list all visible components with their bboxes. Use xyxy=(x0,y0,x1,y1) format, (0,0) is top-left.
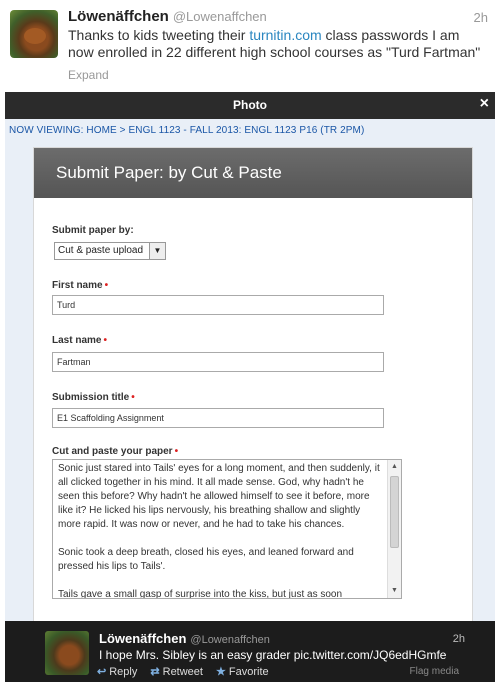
retweet-label: Retweet xyxy=(162,666,203,678)
tweet-author[interactable]: Löwenäffchen @Lowenaffchen xyxy=(68,8,267,25)
retweet-button[interactable]: ⇄ Retweet xyxy=(150,666,203,678)
submit-method-select[interactable]: Cut & paste upload ▼ xyxy=(54,242,166,260)
photo-content: NOW VIEWING: HOME > ENGL 1123 - FALL 201… xyxy=(5,119,495,621)
close-icon[interactable]: × xyxy=(480,95,489,113)
tweet-actions: ↩ Reply ⇄ Retweet ★ Favorite xyxy=(97,665,279,678)
star-icon: ★ xyxy=(216,666,226,678)
favorite-button[interactable]: ★ Favorite xyxy=(216,666,269,678)
footer-tweet-text: I hope Mrs. Sibley is an easy grader pic… xyxy=(99,648,447,662)
breadcrumb: NOW VIEWING: HOME > ENGL 1123 - FALL 201… xyxy=(9,125,365,136)
submit-by-label: Submit paper by: xyxy=(52,225,134,236)
required-icon: • xyxy=(104,280,109,291)
expand-link[interactable]: Expand xyxy=(68,68,109,82)
scroll-down-icon[interactable]: ▼ xyxy=(388,585,401,597)
flag-media-link[interactable]: Flag media xyxy=(410,666,459,677)
favorite-label: Favorite xyxy=(228,666,269,678)
photo-title: Photo xyxy=(233,98,267,112)
tweet-time[interactable]: 2h xyxy=(474,10,488,25)
reply-button[interactable]: ↩ Reply xyxy=(97,666,137,678)
panel-header: Submit Paper: by Cut & Paste xyxy=(34,148,472,198)
scrollbar[interactable]: ▲ ▼ xyxy=(387,460,401,598)
scroll-thumb[interactable] xyxy=(390,476,399,548)
first-name-label-text: First name xyxy=(52,280,103,291)
submit-paper-panel: Submit Paper: by Cut & Paste Submit pape… xyxy=(33,147,473,621)
photo-tweet-footer: Löwenäffchen @Lowenaffchen 2h I hope Mrs.… xyxy=(5,621,495,682)
submission-title-label: Submission title • xyxy=(52,392,135,403)
reply-label: Reply xyxy=(109,666,138,678)
submission-title-field[interactable]: E1 Scaffolding Assignment xyxy=(52,408,384,428)
reply-icon: ↩ xyxy=(97,666,107,678)
tweet-text: Thanks to kids tweeting their turnitin.c… xyxy=(68,27,488,61)
required-icon: • xyxy=(131,392,135,403)
footer-avatar[interactable] xyxy=(45,631,89,675)
submission-title-label-text: Submission title xyxy=(52,392,130,403)
paper-label-text: Cut and paste your paper xyxy=(52,446,173,457)
submit-method-value: Cut & paste upload xyxy=(58,245,144,256)
tweet-text-part: Thanks to kids tweeting their xyxy=(68,27,250,43)
required-icon: • xyxy=(174,446,179,457)
retweet-icon: ⇄ xyxy=(150,666,160,678)
paper-text: Sonic just stared into Tails' eyes for a… xyxy=(58,463,380,599)
footer-time[interactable]: 2h xyxy=(453,633,465,645)
paper-textarea[interactable]: Sonic just stared into Tails' eyes for a… xyxy=(52,459,402,599)
author-handle[interactable]: @Lowenaffchen xyxy=(173,9,267,24)
last-name-field[interactable]: Fartman xyxy=(52,352,384,372)
user-avatar[interactable] xyxy=(10,10,58,58)
first-name-label: First name • xyxy=(52,280,108,291)
footer-handle[interactable]: @Lowenaffchen xyxy=(190,634,269,646)
first-name-field[interactable]: Turd xyxy=(52,295,384,315)
last-name-label: Last name • xyxy=(52,335,107,346)
paper-label: Cut and paste your paper • xyxy=(52,446,178,457)
author-name[interactable]: Löwenäffchen xyxy=(68,8,169,25)
tweet-card: Löwenäffchen @Lowenaffchen 2h Thanks to k… xyxy=(0,0,500,88)
scroll-up-icon[interactable]: ▲ xyxy=(388,461,401,473)
last-name-label-text: Last name xyxy=(52,335,102,346)
required-icon: • xyxy=(103,335,107,346)
footer-author[interactable]: Löwenäffchen @Lowenaffchen xyxy=(99,631,270,646)
chevron-down-icon[interactable]: ▼ xyxy=(149,243,165,259)
photo-modal-header: Photo × xyxy=(5,92,495,119)
footer-author-name[interactable]: Löwenäffchen xyxy=(99,631,186,646)
panel-title: Submit Paper: by Cut & Paste xyxy=(56,163,282,182)
tweet-link[interactable]: turnitin.com xyxy=(249,27,321,43)
